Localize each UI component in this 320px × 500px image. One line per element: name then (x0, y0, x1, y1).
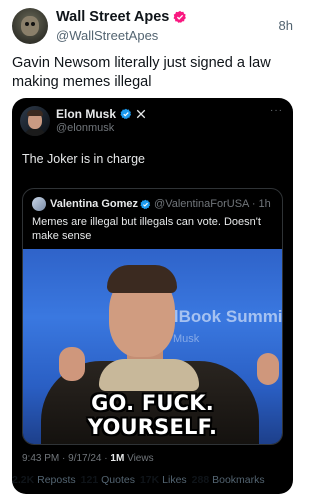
reposts-count: 2.2K (12, 474, 35, 486)
avatar-shirt (24, 128, 46, 136)
meme-image: ealBook Summit Musk GO. FUCK. YOURSELF. (23, 249, 282, 444)
avatar-face (21, 16, 39, 36)
embedded-author-name: Elon Musk (56, 107, 117, 121)
embedded-post-text: The Joker is in charge (22, 152, 145, 166)
bookmarks-label: Bookmarks (212, 474, 265, 486)
verified-badge-icon (140, 199, 151, 209)
embedded-post-card[interactable]: Elon Musk @elonmusk ··· The Joker is in … (12, 98, 293, 494)
author-handle[interactable]: @WallStreetApes (56, 28, 158, 43)
post-header: Wall Street Apes @WallStreetApes 8h (12, 8, 293, 48)
person-hand (59, 347, 85, 381)
quoted-post-header: Valentina Gomez @ValentinaForUSA · 1h (32, 197, 271, 211)
author-name-row: Wall Street Apes (56, 9, 187, 25)
author-avatar[interactable] (12, 8, 48, 44)
verified-badge-icon (120, 108, 132, 120)
meme-caption: GO. FUCK. YOURSELF. (87, 391, 218, 439)
reposts-label: Reposts (37, 474, 76, 486)
bookmarks-stat[interactable]: 288 Bookmarks (192, 474, 265, 486)
quotes-stat[interactable]: 121 Quotes (81, 474, 135, 486)
stage-backdrop-text: Musk (173, 333, 200, 345)
engagement-stats: 2.2K Reposts 121 Quotes 17K Likes 288 Bo… (12, 474, 294, 486)
post-meta: 9:43 PM · 9/17/24 · 1M Views (22, 453, 154, 464)
views-label: Views (124, 453, 154, 464)
avatar-eye (25, 22, 29, 26)
post-timestamp: 9:43 PM · 9/17/24 · (22, 453, 111, 464)
post-time[interactable]: 8h (279, 18, 293, 33)
quoted-post-text: Memes are illegal but illegals can vote.… (32, 216, 261, 242)
likes-label: Likes (162, 474, 187, 486)
likes-count: 17K (139, 474, 160, 486)
avatar-hair (27, 110, 43, 116)
quotes-label: Quotes (101, 474, 135, 486)
embedded-author-handle: @elonmusk (56, 122, 115, 134)
quoted-author-handle: @ValentinaForUSA · 1h (154, 198, 271, 210)
reposts-stat[interactable]: 2.2K Reposts (12, 474, 76, 486)
verified-badge-icon (173, 10, 187, 23)
more-options-icon: ··· (270, 105, 283, 116)
person-hand (257, 353, 279, 385)
bookmarks-count: 288 (191, 474, 210, 486)
quoted-author-name: Valentina Gomez (50, 198, 139, 210)
quoted-post: Valentina Gomez @ValentinaForUSA · 1h Me… (22, 188, 283, 445)
person-hair (107, 265, 177, 293)
person-collar (99, 359, 199, 391)
post-text: Gavin Newsom literally just signed a law… (12, 55, 271, 90)
views-count: 1M (110, 453, 125, 464)
embedded-author-row: Elon Musk (56, 107, 146, 121)
quoted-author-avatar (32, 197, 46, 211)
likes-stat[interactable]: 17K Likes (140, 474, 187, 486)
x-logo-icon (136, 109, 146, 119)
avatar-eye (31, 22, 35, 26)
author-name[interactable]: Wall Street Apes (56, 9, 169, 25)
embedded-author-avatar (20, 106, 50, 136)
quotes-count: 121 (80, 474, 99, 486)
